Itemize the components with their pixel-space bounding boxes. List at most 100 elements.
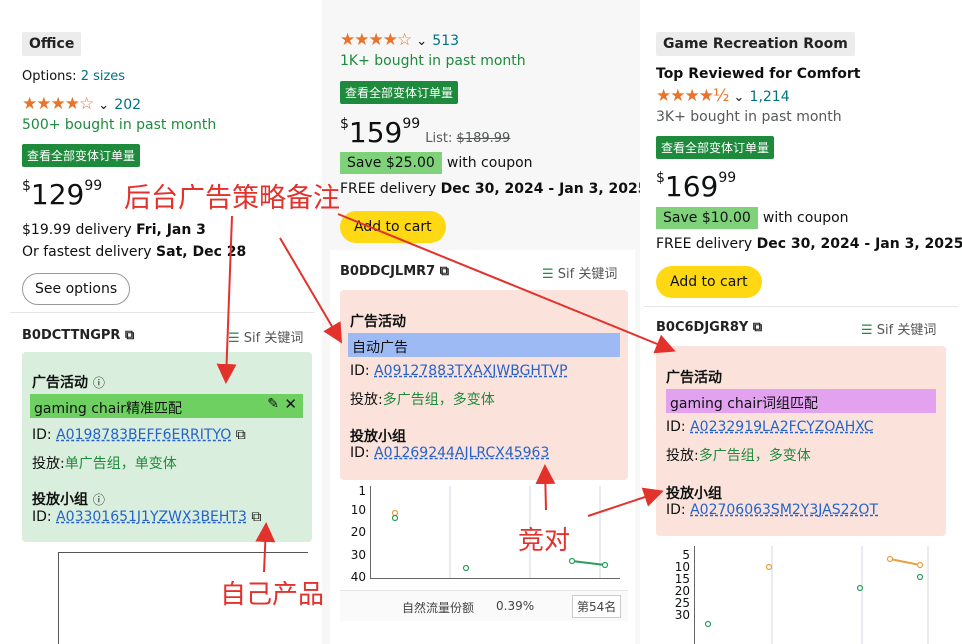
help-icon[interactable]: ⓘ bbox=[93, 376, 105, 390]
edit-icon[interactable]: ✎ bbox=[267, 396, 279, 412]
campaign-name-highlight: gaming chair词组匹配 bbox=[666, 389, 936, 413]
rating-count[interactable]: 513 bbox=[432, 33, 459, 49]
rating-row[interactable]: ★★★★☆ ⌄ 513 bbox=[340, 30, 459, 50]
campaign-name-highlight: 自动广告 bbox=[348, 333, 620, 357]
options-label: Options: bbox=[22, 69, 77, 84]
variant-orders-button[interactable]: 查看全部变体订单量 bbox=[656, 136, 775, 159]
ad-group-heading: 投放小组 bbox=[350, 429, 406, 445]
copy-icon[interactable]: ⧉ bbox=[753, 320, 762, 335]
sif-keywords-button[interactable]: ☰ Sif 关键词 bbox=[861, 319, 936, 338]
divider bbox=[644, 306, 958, 307]
help-icon[interactable]: ⓘ bbox=[93, 493, 105, 507]
price: $12999 bbox=[22, 178, 103, 211]
product-card-2: ★★★★☆ ⌄ 513 1K+ bought in past month 查看全… bbox=[322, 0, 647, 644]
chevron-down-icon: ⌄ bbox=[733, 90, 745, 105]
bought-text: 1K+ bought in past month bbox=[340, 53, 526, 69]
list-price: List: $189.99 bbox=[425, 131, 511, 146]
price: $15999 bbox=[340, 116, 421, 149]
delivery-mode-line: 投放:多广告组，多变体 bbox=[350, 392, 495, 408]
data-point bbox=[704, 620, 712, 628]
delivery-line: FREE delivery Dec 30, 2024 - Jan 3, 2025 bbox=[340, 181, 648, 197]
sif-keywords-button[interactable]: ☰ Sif 关键词 bbox=[228, 327, 303, 346]
category-badge: Game Recreation Room bbox=[656, 32, 855, 56]
annotation-own-product: 自己产品 bbox=[220, 580, 325, 610]
list-icon: ☰ bbox=[861, 323, 873, 338]
chevron-down-icon: ⌄ bbox=[416, 34, 428, 49]
group-id-link[interactable]: A01269244AJLRCX45963 bbox=[374, 445, 549, 461]
coupon-badge[interactable]: Save $25.00 bbox=[340, 152, 442, 174]
delivery-line: FREE delivery Dec 30, 2024 - Jan 3, 2025 bbox=[656, 236, 962, 252]
metric-value: 0.39% bbox=[496, 599, 535, 613]
metric-rank-badge: 第54名 bbox=[572, 595, 622, 618]
data-point bbox=[568, 557, 576, 565]
annotation-strategy-note: 后台广告策略备注 bbox=[124, 183, 340, 214]
campaign-id-line: ID: A0198783BEFF6ERRITYO ⧉ bbox=[32, 427, 246, 443]
product-card-3: Game Recreation Room Top Reviewed for Co… bbox=[640, 0, 962, 644]
campaign-id-line: ID: A09127883TXAXJWBGHTVP bbox=[350, 363, 568, 379]
rating-row[interactable]: ★★★★☆ ⌄ 202 bbox=[22, 94, 141, 114]
ad-campaign-heading: 广告活动 ⓘ bbox=[32, 375, 105, 391]
ad-group-heading: 投放小组 bbox=[666, 486, 722, 502]
ad-info-panel: 广告活动 gaming chair词组匹配 ID: A0232919LA2FCY… bbox=[656, 346, 946, 536]
sif-keywords-button[interactable]: ☰ Sif 关键词 bbox=[542, 263, 617, 282]
campaign-name: gaming chair词组匹配 bbox=[670, 396, 818, 412]
fastest-delivery-line: Or fastest delivery Sat, Dec 28 bbox=[22, 244, 247, 260]
options-link[interactable]: 2 sizes bbox=[81, 69, 125, 84]
group-id-line: ID: A01269244AJLRCX45963 bbox=[350, 445, 550, 461]
add-to-cart-button[interactable]: Add to cart bbox=[656, 266, 762, 298]
group-id-link[interactable]: A03301651J1YZWX3BEHT3 bbox=[56, 509, 247, 525]
campaign-name: 自动广告 bbox=[352, 340, 408, 356]
star-rating-icon: ★★★★½ bbox=[656, 86, 729, 106]
copy-icon[interactable]: ⧉ bbox=[251, 509, 261, 525]
metric-label: 自然流量份额 bbox=[402, 601, 475, 615]
data-point bbox=[886, 555, 894, 563]
campaign-name: gaming chair精准匹配 bbox=[34, 401, 182, 417]
delivery-mode-line: 投放:多广告组，多变体 bbox=[666, 448, 811, 464]
campaign-id-link[interactable]: A09127883TXAXJWBGHTVP bbox=[374, 363, 567, 379]
annotation-competitor: 竞对 bbox=[518, 526, 571, 556]
series-line bbox=[889, 558, 921, 566]
copy-icon[interactable]: ⧉ bbox=[125, 328, 134, 343]
asin-label: B0C6DJGR8Y ⧉ bbox=[656, 320, 763, 335]
star-rating-icon: ★★★★☆ bbox=[340, 30, 412, 50]
rank-chart: 5 10 15 20 25 30 bbox=[656, 546, 946, 644]
list-icon: ☰ bbox=[228, 331, 240, 346]
asin-label: B0DDCJLMR7 ⧉ bbox=[340, 264, 450, 279]
variant-orders-button[interactable]: 查看全部变体订单量 bbox=[22, 144, 141, 167]
rating-row[interactable]: ★★★★½ ⌄ 1,214 bbox=[656, 86, 790, 106]
coupon-row: Save $10.00 with coupon bbox=[656, 207, 849, 229]
chart-axis bbox=[58, 552, 308, 553]
data-point bbox=[601, 561, 609, 569]
coupon-badge[interactable]: Save $10.00 bbox=[656, 207, 758, 229]
ad-group-heading: 投放小组 ⓘ bbox=[32, 492, 105, 508]
delivery-mode-line: 投放:单广告组，单变体 bbox=[32, 456, 177, 472]
copy-icon[interactable]: ⧉ bbox=[440, 264, 449, 279]
asin-label: B0DCTTNGPR ⧉ bbox=[22, 328, 135, 343]
metric-row: 自然流量份额 0.39% 第54名 bbox=[340, 590, 628, 621]
delivery-line: $19.99 delivery Fri, Jan 3 bbox=[22, 222, 206, 238]
rating-count[interactable]: 1,214 bbox=[750, 89, 790, 105]
rank-chart: 1 10 20 30 40 bbox=[340, 484, 628, 584]
campaign-id-link[interactable]: A0198783BEFF6ERRITYO bbox=[56, 427, 231, 443]
close-icon[interactable]: ✕ bbox=[284, 395, 297, 413]
ad-campaign-heading: 广告活动 bbox=[350, 314, 406, 330]
tagline: Top Reviewed for Comfort bbox=[656, 66, 861, 82]
group-id-link[interactable]: A02706063SM2Y3JAS22OT bbox=[690, 502, 878, 518]
data-point bbox=[462, 564, 470, 572]
category-badge: Office bbox=[22, 32, 82, 56]
copy-icon[interactable]: ⧉ bbox=[236, 427, 246, 443]
options-line: Options: 2 sizes bbox=[22, 69, 125, 84]
campaign-id-link[interactable]: A0232919LA2FCYZOAHXC bbox=[690, 419, 873, 435]
add-to-cart-button[interactable]: Add to cart bbox=[340, 211, 446, 243]
campaign-name-highlight: gaming chair精准匹配 ✎ ✕ bbox=[30, 394, 303, 418]
ad-info-panel: 广告活动 自动广告 ID: A09127883TXAXJWBGHTVP 投放:多… bbox=[340, 290, 628, 480]
star-rating-icon: ★★★★☆ bbox=[22, 94, 94, 114]
see-options-button[interactable]: See options bbox=[22, 273, 131, 305]
campaign-id-line: ID: A0232919LA2FCYZOAHXC bbox=[666, 419, 874, 435]
product-card-1: Office Options: 2 sizes ★★★★☆ ⌄ 202 500+… bbox=[0, 0, 322, 644]
ad-campaign-heading: 广告活动 bbox=[666, 370, 722, 386]
variant-orders-button[interactable]: 查看全部变体订单量 bbox=[340, 81, 459, 104]
price: $16999 bbox=[656, 170, 737, 203]
bought-text: 500+ bought in past month bbox=[22, 117, 217, 133]
rating-count[interactable]: 202 bbox=[114, 97, 141, 113]
